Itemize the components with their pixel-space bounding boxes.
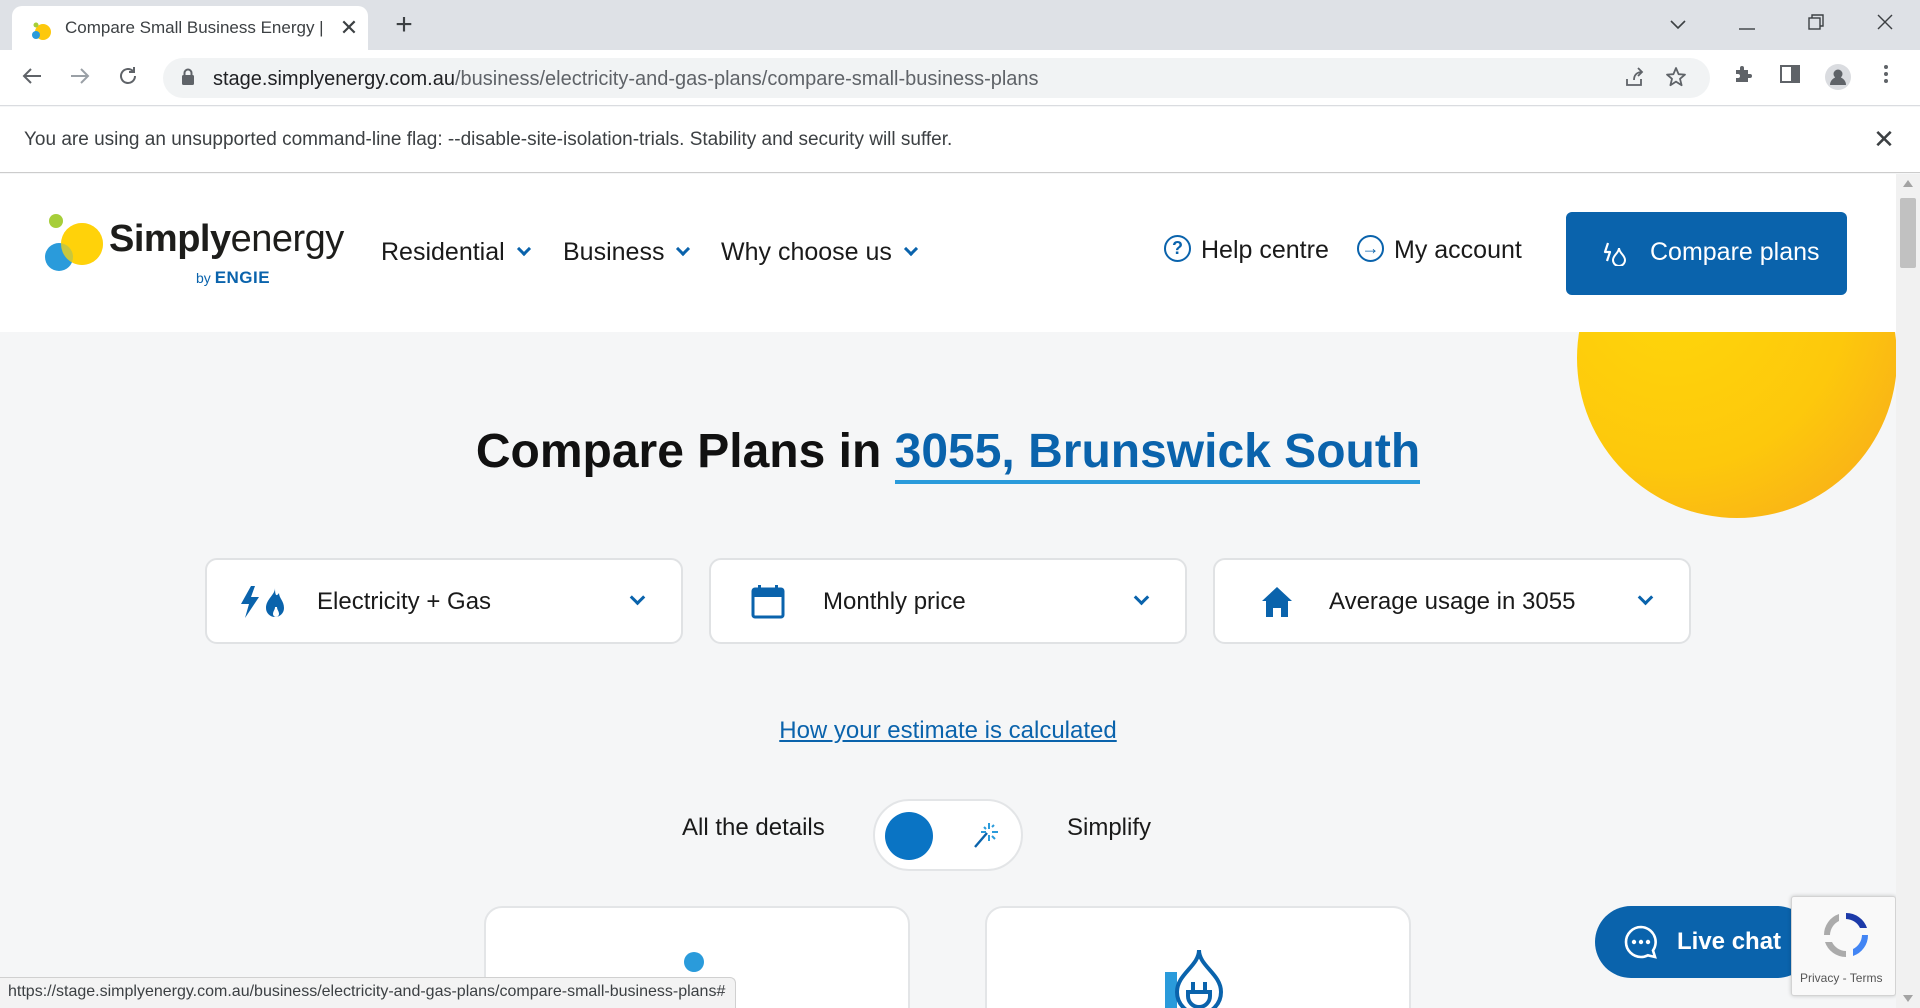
side-panel-icon[interactable] [1775, 63, 1805, 93]
sign-in-icon: → [1357, 234, 1384, 262]
toggle-label-all-details: All the details [682, 814, 825, 841]
link-status-bubble: https://stage.simplyenergy.com.au/busine… [0, 977, 737, 1008]
site-header: Simplyenergy by ENGIE Residential Busine… [0, 174, 1896, 332]
page-scrollbar[interactable] [1896, 174, 1920, 1008]
gas-electric-plug-icon [1165, 949, 1224, 1008]
infobar-message: You are using an unsupported command-lin… [24, 129, 953, 150]
recaptcha-logo-icon [1823, 912, 1869, 958]
extensions-icon[interactable] [1728, 63, 1758, 93]
restore-icon[interactable] [1796, 8, 1836, 38]
chevron-down-icon [629, 589, 646, 606]
site-favicon-icon [32, 22, 51, 40]
forward-icon[interactable] [64, 62, 96, 94]
close-window-icon[interactable] [1865, 8, 1905, 38]
nav-residential[interactable]: Residential [381, 238, 531, 267]
logo-by-engie: by ENGIE [196, 268, 271, 287]
electricity-gas-icon [241, 586, 284, 618]
back-icon[interactable] [16, 62, 48, 94]
nav-why-choose-us[interactable]: Why choose us [721, 238, 918, 267]
address-bar[interactable]: stage.simplyenergy.com.au/business/elect… [163, 58, 1710, 98]
bookmark-star-icon[interactable] [1663, 66, 1689, 92]
magic-wand-icon [974, 823, 998, 848]
new-tab-icon[interactable]: + [386, 10, 422, 40]
fuel-type-dropdown[interactable]: Electricity + Gas [205, 558, 683, 644]
logo-mark-icon [45, 214, 103, 271]
simply-energy-logo[interactable]: Simplyenergy by ENGIE [44, 212, 344, 292]
usage-dropdown[interactable]: Average usage in 3055 [1213, 558, 1691, 644]
chat-bubble-icon [1624, 925, 1657, 959]
tab-title: Compare Small Business Energy | [65, 18, 324, 37]
browser-toolbar: stage.simplyenergy.com.au/business/elect… [0, 50, 1920, 106]
scroll-up-arrow-icon[interactable] [1903, 180, 1913, 187]
lock-icon [182, 68, 194, 85]
tab-close-icon[interactable]: ✕ [335, 14, 363, 42]
profile-avatar-icon[interactable] [1823, 63, 1853, 93]
chevron-down-icon [903, 241, 918, 257]
compare-plans-button[interactable]: Compare plans [1566, 212, 1847, 295]
minimize-icon[interactable] [1727, 8, 1767, 38]
home-icon [1262, 587, 1292, 617]
chevron-down-icon [1637, 589, 1654, 606]
scroll-down-arrow-icon[interactable] [1903, 995, 1913, 1002]
my-account-link[interactable]: → My account [1357, 234, 1522, 265]
toggle-label-simplify: Simplify [1067, 814, 1152, 841]
warning-infobar: You are using an unsupported command-lin… [0, 107, 1920, 173]
plan-dot-icon [684, 952, 704, 972]
help-icon: ? [1164, 234, 1191, 262]
scrollbar-thumb[interactable] [1900, 198, 1916, 268]
help-centre-link[interactable]: ? Help centre [1164, 234, 1329, 265]
chrome-menu-icon[interactable] [1871, 63, 1901, 93]
chevron-down-icon [516, 241, 531, 257]
live-chat-button[interactable]: Live chat [1595, 906, 1813, 978]
share-icon[interactable] [1621, 66, 1647, 92]
location-link[interactable]: 3055, Brunswick South [894, 425, 1421, 484]
chevron-down-icon [1133, 589, 1150, 606]
web-page: Simplyenergy by ENGIE Residential Busine… [0, 174, 1896, 1008]
compare-icon [1603, 242, 1627, 266]
page-title: Compare Plans in 3055, Brunswick South [0, 424, 1896, 484]
tab-search-icon[interactable] [1658, 8, 1698, 38]
nav-business[interactable]: Business [563, 238, 691, 267]
plan-card[interactable] [985, 906, 1411, 1008]
recaptcha-privacy-terms[interactable]: Privacy - Terms [1800, 971, 1882, 985]
browser-tab[interactable]: Compare Small Business Energy | ✕ [12, 6, 368, 50]
view-mode-toggle[interactable] [873, 799, 1023, 871]
chevron-down-icon [676, 241, 691, 257]
logo-wordmark: Simplyenergy [109, 218, 344, 260]
url-text: stage.simplyenergy.com.au/business/elect… [213, 68, 1039, 90]
browser-tab-strip: Compare Small Business Energy | ✕ + [0, 0, 1920, 50]
reload-icon[interactable] [112, 62, 144, 94]
recaptcha-badge[interactable]: Privacy - Terms [1791, 896, 1896, 996]
estimate-calculation-link[interactable]: How your estimate is calculated [0, 717, 1896, 745]
period-dropdown[interactable]: Monthly price [709, 558, 1187, 644]
infobar-close-icon[interactable]: ✕ [1868, 123, 1900, 155]
toggle-knob [885, 812, 933, 860]
calendar-icon [751, 585, 785, 619]
